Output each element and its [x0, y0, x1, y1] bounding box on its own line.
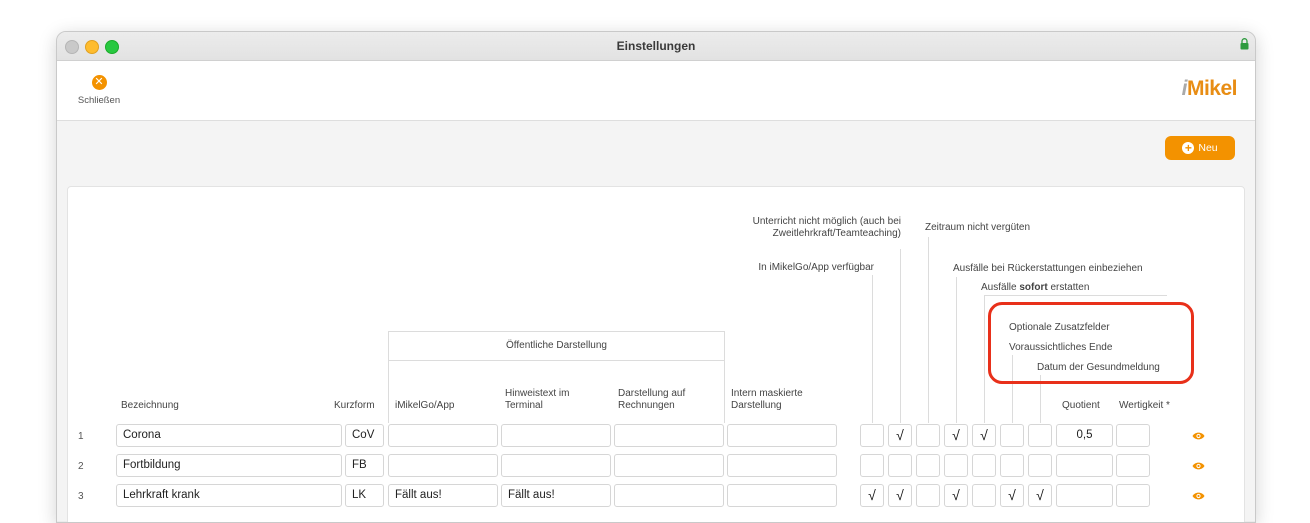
absence-types-table: Unterricht nicht möglich (auch bei Zweit… [67, 186, 1245, 522]
new-button[interactable]: + Neu [1165, 136, 1235, 160]
eye-icon[interactable] [1192, 461, 1205, 471]
checkbox-in-app[interactable] [860, 454, 884, 477]
checkbox-zeitraum[interactable] [916, 484, 940, 507]
kurzform-input[interactable]: CoV [345, 424, 384, 447]
close-icon: ✕ [91, 75, 107, 90]
intern-input[interactable] [727, 454, 837, 477]
kurzform-input[interactable]: FB [345, 454, 384, 477]
row-number: 2 [78, 461, 84, 472]
group-line-top [388, 331, 725, 332]
header-unterricht: Unterricht nicht möglich (auch bei Zweit… [752, 216, 901, 239]
header-ausfaelle-sofort: Ausfälle sofort erstatten [981, 282, 1090, 293]
quotient-input[interactable]: 0,5 [1056, 424, 1113, 447]
header-ausfaelle-rueckerstattung: Ausfälle bei Rückerstattungen einbeziehe… [953, 263, 1143, 274]
guide-line [900, 249, 901, 423]
header-kurzform: Kurzform [334, 400, 375, 411]
imikelgo-input[interactable] [388, 424, 498, 447]
row-number: 3 [78, 491, 84, 502]
rechnung-input[interactable] [614, 424, 724, 447]
hinweistext-input[interactable]: Fällt aus! [501, 484, 611, 507]
group-line-bottom [388, 360, 725, 361]
checkbox-rueckerstattung[interactable]: √ [944, 484, 968, 507]
imikel-logo: iMikel [1181, 77, 1238, 100]
checkbox-gesundmeldung[interactable] [1028, 454, 1052, 477]
settings-window: Einstellungen ✕ Schließen iMikel + Neu U… [56, 31, 1256, 523]
guide-line [984, 295, 1167, 296]
plus-icon: + [1182, 142, 1195, 154]
guide-line [872, 275, 873, 423]
checkbox-unterricht[interactable] [888, 454, 912, 477]
checkbox-zeitraum[interactable] [916, 424, 940, 447]
header-imikelgo: iMikelGo/App [395, 400, 455, 411]
header-intern: Intern maskierte Darstellung [731, 388, 803, 411]
imikelgo-input[interactable]: Fällt aus! [388, 484, 498, 507]
lock-icon [1240, 38, 1249, 50]
checkbox-rueckerstattung[interactable]: √ [944, 424, 968, 447]
eye-icon[interactable] [1192, 491, 1205, 501]
quotient-input[interactable] [1056, 484, 1113, 507]
checkbox-sofort[interactable]: √ [972, 424, 996, 447]
new-button-label: Neu [1198, 142, 1218, 154]
hinweistext-input[interactable] [501, 454, 611, 477]
header-bezeichnung: Bezeichnung [121, 400, 179, 411]
header-zeitraum: Zeitraum nicht vergüten [925, 222, 1031, 233]
header-rechnungen: Darstellung auf Rechnungen [618, 388, 686, 411]
hinweistext-input[interactable] [501, 424, 611, 447]
close-button[interactable]: ✕ Schließen [71, 75, 127, 106]
row-number: 1 [78, 431, 84, 442]
checkbox-in-app[interactable] [860, 424, 884, 447]
header-wertigkeit: Wertigkeit * [1119, 400, 1170, 411]
close-label: Schließen [77, 95, 121, 106]
rechnung-input[interactable] [614, 454, 724, 477]
bezeichnung-input[interactable]: Lehrkraft krank [116, 484, 342, 507]
checkbox-sofort[interactable] [972, 454, 996, 477]
wertigkeit-input[interactable] [1116, 454, 1150, 477]
header-in-app: In iMikelGo/App verfügbar [758, 262, 874, 273]
header-hinweistext: Hinweistext im Terminal [505, 388, 570, 411]
wertigkeit-input[interactable] [1116, 424, 1150, 447]
wertigkeit-input[interactable] [1116, 484, 1150, 507]
intern-input[interactable] [727, 424, 837, 447]
rechnung-input[interactable] [614, 484, 724, 507]
checkbox-unterricht[interactable]: √ [888, 484, 912, 507]
checkbox-gesundmeldung[interactable] [1028, 424, 1052, 447]
checkbox-voraussichtlich[interactable] [1000, 424, 1024, 447]
imikelgo-input[interactable] [388, 454, 498, 477]
checkbox-sofort[interactable] [972, 484, 996, 507]
eye-icon[interactable] [1192, 431, 1205, 441]
checkbox-gesundmeldung[interactable]: √ [1028, 484, 1052, 507]
checkbox-unterricht[interactable]: √ [888, 424, 912, 447]
quotient-input[interactable] [1056, 454, 1113, 477]
toolbar: ✕ Schließen iMikel [57, 61, 1255, 121]
bezeichnung-input[interactable]: Fortbildung [116, 454, 342, 477]
highlight-annotation [988, 302, 1194, 384]
checkbox-in-app[interactable]: √ [860, 484, 884, 507]
intern-input[interactable] [727, 484, 837, 507]
header-oeffentliche-darstellung: Öffentliche Darstellung [506, 340, 607, 351]
checkbox-voraussichtlich[interactable] [1000, 454, 1024, 477]
guide-line [984, 295, 985, 423]
checkbox-voraussichtlich[interactable]: √ [1000, 484, 1024, 507]
guide-line [956, 277, 957, 423]
guide-line [928, 237, 929, 423]
checkbox-rueckerstattung[interactable] [944, 454, 968, 477]
kurzform-input[interactable]: LK [345, 484, 384, 507]
window-title: Einstellungen [616, 39, 696, 53]
title-bar: Einstellungen [57, 32, 1255, 61]
header-quotient: Quotient [1062, 400, 1100, 411]
checkbox-zeitraum[interactable] [916, 454, 940, 477]
content-area: + Neu Unterricht nicht möglich (auch bei… [57, 121, 1255, 522]
bezeichnung-input[interactable]: Corona [116, 424, 342, 447]
